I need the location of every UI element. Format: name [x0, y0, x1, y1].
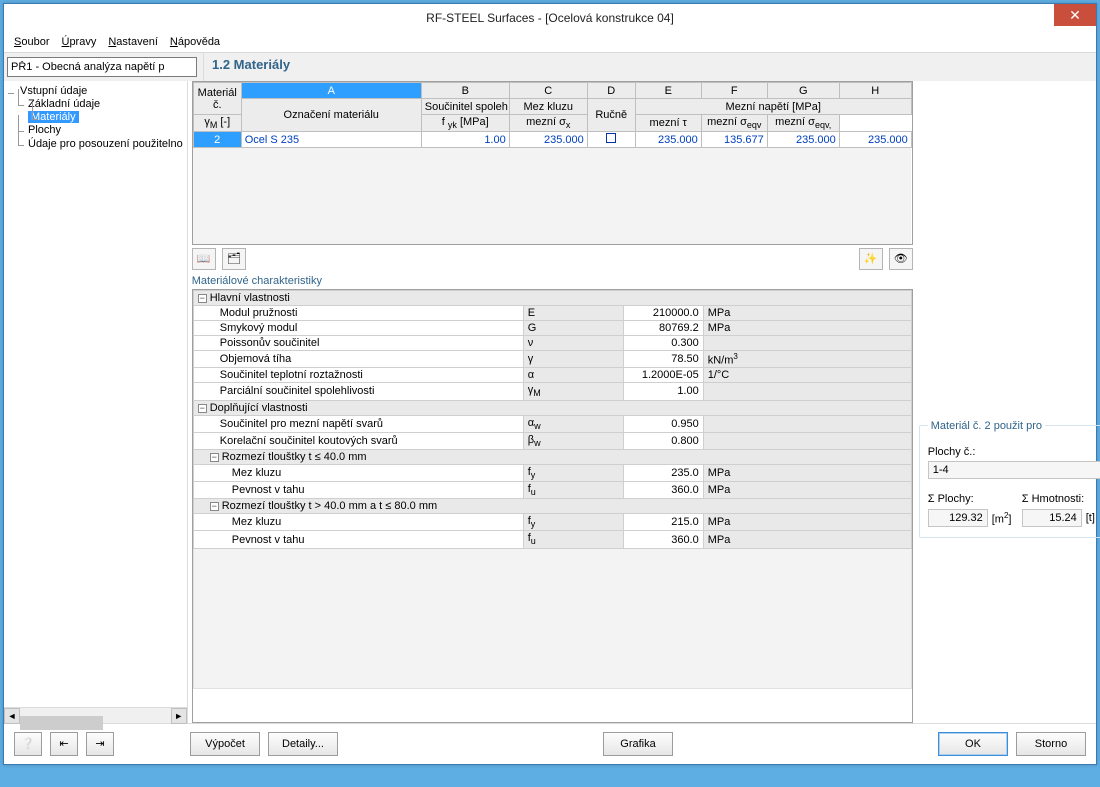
wand-icon: ✨: [864, 252, 878, 265]
view-button[interactable]: 👁: [889, 248, 913, 270]
next-page-button[interactable]: ⇥: [86, 732, 114, 756]
menu-edit[interactable]: Úpravy: [57, 34, 100, 50]
col-A[interactable]: A: [241, 83, 421, 99]
col-C[interactable]: C: [509, 83, 587, 99]
col-F-sub: mezní τ: [635, 115, 701, 132]
tree-item-surfaces[interactable]: Plochy: [14, 123, 183, 137]
col-E-sub: mezní σx: [509, 115, 587, 132]
sum-surf-value: 129.32: [928, 509, 988, 527]
scroll-right-icon[interactable]: ►: [171, 708, 187, 724]
col-H-sub: mezní σeqv,: [767, 115, 839, 132]
graphics-button[interactable]: Grafika: [603, 732, 673, 756]
collapse-icon[interactable]: −: [198, 404, 207, 413]
col-B-label: Součinitel spoleh: [421, 99, 509, 115]
col-G[interactable]: G: [767, 83, 839, 99]
used-for-title: Materiál č. 2 použit pro: [928, 420, 1045, 432]
col-A-label: Označení materiálu: [241, 99, 421, 132]
group-range1[interactable]: −Rozmezí tlouštky t ≤ 40.0 mm: [193, 449, 911, 464]
cell-fyk[interactable]: 235.000: [509, 132, 587, 148]
scroll-left-icon[interactable]: ◄: [4, 708, 20, 724]
prop-row: Modul pružnosti: [193, 305, 523, 320]
window-title: RF-STEEL Surfaces - [Ocelová konstrukce …: [4, 11, 1096, 25]
info-panel: Materiál č. 2 použit pro Plochy č.: 1-4 …: [919, 81, 1100, 723]
scroll-thumb[interactable]: [20, 716, 103, 730]
col-B[interactable]: B: [421, 83, 509, 99]
details-button[interactable]: Detaily...: [268, 732, 338, 756]
sum-mass-value: 15.24: [1022, 509, 1082, 527]
menu-help[interactable]: Nápověda: [166, 34, 224, 50]
prev-page-button[interactable]: ⇤: [50, 732, 78, 756]
col-F[interactable]: F: [701, 83, 767, 99]
cell-sigmaeqv2[interactable]: 235.000: [839, 132, 911, 148]
characteristics-grid[interactable]: −Hlavní vlastnosti Modul pružnostiE21000…: [192, 289, 913, 723]
characteristics-title: Materiálové charakteristiky: [192, 273, 913, 289]
dialog-footer: ❔ ⇤ ⇥ Výpočet Detaily... Grafika OK Stor…: [4, 723, 1096, 764]
menu-settings[interactable]: Nastavení: [104, 34, 162, 50]
used-for-group: Materiál č. 2 použit pro Plochy č.: 1-4 …: [919, 425, 1100, 538]
cell-sigmaeqv[interactable]: 235.000: [767, 132, 839, 148]
eye-icon: 👁: [894, 252, 908, 265]
sum-surf-unit: [m2]: [992, 511, 1012, 526]
card-icon: 🗂: [227, 252, 241, 265]
materials-grid[interactable]: Materiálč. A B C D E F G H: [192, 81, 913, 245]
tree-root[interactable]: Vstupní údaje: [8, 85, 183, 97]
nav-tree[interactable]: Vstupní údaje Základní údaje Materiály P…: [4, 81, 187, 707]
group-range2[interactable]: −Rozmezí tlouštky t > 40.0 mm a t ≤ 80.0…: [193, 499, 911, 514]
collapse-icon[interactable]: −: [210, 453, 219, 462]
sidebar-hscroll[interactable]: ◄ ►: [4, 707, 187, 723]
col-B-sub: γM [-]: [193, 115, 241, 132]
sum-mass-label: Σ Hmotnosti:: [1022, 493, 1100, 505]
nav-sidebar: Vstupní údaje Základní údaje Materiály P…: [4, 81, 188, 723]
cell-manual[interactable]: [587, 132, 635, 148]
col-D[interactable]: D: [587, 83, 635, 99]
collapse-icon[interactable]: −: [210, 502, 219, 511]
sum-surf-label: Σ Plochy:: [928, 493, 1012, 505]
grid-toolbar: 📖 🗂 ✨ 👁: [192, 245, 913, 273]
book-icon: 📖: [197, 252, 211, 265]
cell-tau[interactable]: 135.677: [701, 132, 767, 148]
col-G-sub: mezní σeqv: [701, 115, 767, 132]
col-E[interactable]: E: [635, 83, 701, 99]
surfaces-field: 1-4: [928, 461, 1100, 479]
col-C-label: Mez kluzu: [509, 99, 587, 115]
col-num-header: Materiálč.: [193, 83, 241, 115]
col-D-label: Ručně: [587, 99, 635, 132]
arrow-right-icon: ⇥: [95, 738, 104, 750]
app-window: RF-STEEL Surfaces - [Ocelová konstrukce …: [3, 3, 1097, 765]
library-button[interactable]: 📖: [192, 248, 216, 270]
help-icon: ❔: [21, 738, 35, 750]
preview-area: [919, 85, 1100, 425]
calculate-button[interactable]: Výpočet: [190, 732, 260, 756]
ok-button[interactable]: OK: [938, 732, 1008, 756]
arrow-left-icon: ⇤: [59, 738, 68, 750]
group-E-H: Mezní napětí [MPa]: [635, 99, 911, 115]
col-C-sub: f yk [MPa]: [421, 115, 509, 132]
tree-item-serviceability[interactable]: Údaje pro posouzení použitelno: [14, 137, 183, 151]
edit-material-button[interactable]: 🗂: [222, 248, 246, 270]
pick-button[interactable]: ✨: [859, 248, 883, 270]
close-button[interactable]: ✕: [1054, 4, 1096, 26]
case-select[interactable]: [7, 57, 197, 77]
row-num[interactable]: 2: [193, 132, 241, 148]
group-additional[interactable]: −Doplňující vlastnosti: [193, 400, 911, 415]
menu-file[interactable]: Soubor: [10, 34, 53, 50]
cancel-button[interactable]: Storno: [1016, 732, 1086, 756]
tree-item-materials[interactable]: Materiály: [28, 111, 79, 123]
checkbox-icon[interactable]: [606, 133, 616, 143]
cell-sigmax[interactable]: 235.000: [635, 132, 701, 148]
col-H[interactable]: H: [839, 83, 911, 99]
help-button[interactable]: ❔: [14, 732, 42, 756]
collapse-icon[interactable]: −: [198, 294, 207, 303]
cell-gammaM[interactable]: 1.00: [421, 132, 509, 148]
surfaces-label: Plochy č.:: [928, 446, 1100, 458]
title-bar: RF-STEEL Surfaces - [Ocelová konstrukce …: [4, 4, 1096, 32]
menu-bar: Soubor Úpravy Nastavení Nápověda: [4, 32, 1096, 53]
page-title: 1.2 Materiály: [212, 57, 290, 72]
tree-item-basic[interactable]: Základní údaje: [14, 97, 183, 111]
group-main[interactable]: −Hlavní vlastnosti: [193, 290, 911, 305]
cell-name[interactable]: Ocel S 235: [241, 132, 421, 148]
sum-mass-unit: [t]: [1086, 512, 1095, 524]
